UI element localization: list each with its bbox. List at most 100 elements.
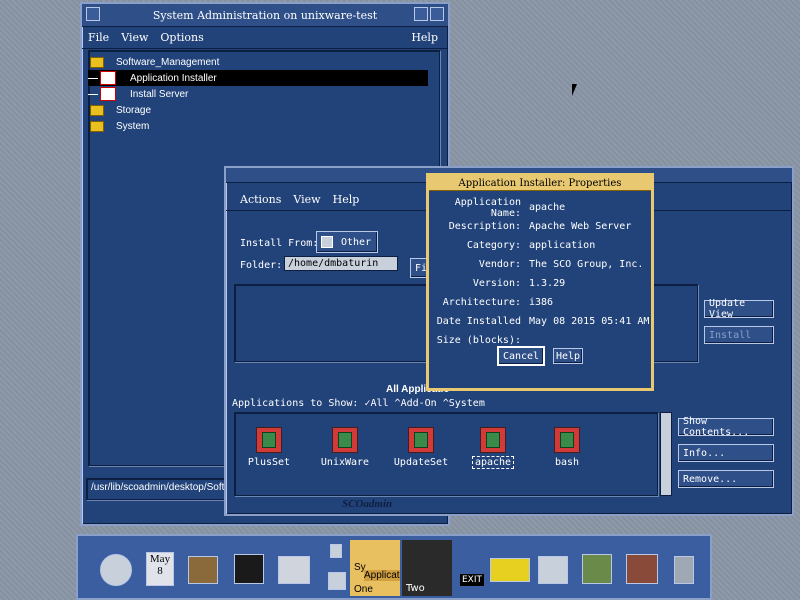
mouse-pointer-icon: [572, 84, 582, 96]
property-row: Category: application: [429, 236, 651, 255]
menu-actions[interactable]: Actions: [240, 193, 281, 206]
help-button[interactable]: Help: [553, 348, 583, 364]
minimize-icon[interactable]: [414, 7, 428, 21]
tree-item-application-installer[interactable]: Application Installer: [88, 70, 428, 86]
package-icon: [256, 427, 282, 453]
menu-help[interactable]: Help: [333, 193, 360, 206]
tree-connector: [88, 77, 98, 79]
remove-button[interactable]: Remove...: [678, 470, 774, 488]
ws-label: One: [354, 584, 373, 595]
properties-table: Application Name: apache Description: Apach…: [429, 196, 651, 350]
tree-item-install-server[interactable]: Install Server: [88, 86, 188, 102]
filter-add-on[interactable]: ^Add-On: [395, 398, 437, 409]
exit-button[interactable]: EXIT: [460, 574, 485, 586]
property-row: Vendor: The SCO Group, Inc.: [429, 255, 651, 274]
property-label: Architecture:: [442, 297, 521, 308]
install-server-icon: [100, 87, 116, 101]
install-from-label: Install From:: [240, 238, 319, 249]
properties-title: Application Installer: Properties: [458, 177, 622, 189]
tree-label: Install Server: [130, 88, 189, 100]
property-label: Description:: [448, 221, 521, 232]
show-contents-button[interactable]: Show Contents...: [678, 416, 774, 438]
apps-scrollbar[interactable]: [660, 412, 672, 496]
window-menu-icon[interactable]: [86, 7, 100, 21]
property-label: Category:: [466, 240, 521, 251]
property-value: May 08 2015 05:41 AM: [529, 316, 650, 327]
property-label: Vendor:: [478, 259, 521, 270]
property-label: Size (blocks):: [436, 335, 521, 346]
apps-to-show-label: Applications to Show:: [232, 398, 359, 409]
folder-input[interactable]: /home/dmbaturin: [284, 256, 398, 271]
cancel-button[interactable]: Cancel: [497, 346, 545, 366]
properties-dialog: Application Installer: Properties Applic…: [426, 173, 654, 391]
property-value: 1.3.29: [529, 278, 566, 289]
palette-icon[interactable]: [582, 554, 612, 584]
app-bash[interactable]: bash: [537, 427, 597, 468]
property-value: application: [529, 240, 596, 251]
installer-icon: [100, 71, 116, 85]
filter-all[interactable]: ✓All: [364, 398, 388, 409]
property-value: apache: [529, 202, 566, 213]
ws-label: Applicat: [364, 570, 400, 581]
app-plusset[interactable]: PlusSet: [239, 427, 299, 468]
sysadmin-titlebar[interactable]: System Administration on unixware-test: [82, 4, 448, 27]
sysadmin-title: System Administration on unixware-test: [152, 8, 378, 22]
tree-item-storage[interactable]: Storage: [90, 102, 151, 118]
install-from-dropdown[interactable]: Other: [316, 231, 378, 253]
tree-label: Application Installer: [130, 72, 217, 84]
tree-item-system[interactable]: System: [90, 118, 149, 134]
app-apache[interactable]: apache: [463, 427, 523, 469]
install-button[interactable]: Install: [704, 326, 774, 344]
sco-logo-icon[interactable]: [490, 558, 530, 582]
properties-titlebar[interactable]: Application Installer: Properties: [429, 176, 651, 191]
apps-list-panel: PlusSet UnixWare UpdateSet apache bash: [234, 412, 658, 496]
app-updateset[interactable]: UpdateSet: [391, 427, 451, 468]
property-label: Application Name:: [454, 196, 521, 219]
menu-view[interactable]: View: [121, 31, 148, 44]
help-books-icon[interactable]: [626, 554, 658, 584]
package-icon: [408, 427, 434, 453]
font-manager-icon[interactable]: [538, 556, 568, 584]
sysadmin-menubar: File View Options Help: [82, 27, 448, 49]
calendar-day: 8: [157, 565, 163, 577]
package-icon: [480, 427, 506, 453]
property-row: Version: 1.3.29: [429, 274, 651, 293]
property-row: Description: Apache Web Server: [429, 217, 651, 236]
workspace-one[interactable]: Sy Applicat One: [350, 540, 400, 596]
ws-label: Two: [406, 583, 425, 594]
workspace-two[interactable]: Two: [402, 540, 452, 596]
tree-label: System: [116, 120, 150, 132]
lock-icon[interactable]: [330, 544, 342, 558]
apps-to-show-row: Applications to Show: ✓All ^Add-On ^Syst…: [232, 398, 485, 409]
folder-label: Folder:: [240, 260, 283, 271]
status-path: /usr/lib/scoadmin/desktop/Soft: [91, 482, 225, 493]
property-value: i386: [529, 297, 554, 308]
menu-file[interactable]: File: [88, 31, 109, 44]
folder-icon: [90, 104, 104, 116]
update-view-button[interactable]: Update View: [704, 298, 774, 320]
info-button[interactable]: Info...: [678, 444, 774, 462]
property-value: The SCO Group, Inc.: [529, 259, 644, 270]
workspace-grid-icon[interactable]: [328, 572, 346, 590]
maximize-icon[interactable]: [430, 7, 444, 21]
printer-icon[interactable]: [278, 556, 310, 584]
calendar-icon[interactable]: May 8: [146, 552, 174, 586]
menu-view[interactable]: View: [293, 193, 320, 206]
property-row: Date Installed May 08 2015 05:41 AM: [429, 312, 651, 331]
calendar-month: May: [149, 553, 171, 565]
clock-icon[interactable]: [100, 554, 132, 586]
property-value: Apache Web Server: [529, 221, 632, 232]
terminal-icon[interactable]: [234, 554, 264, 584]
tree-connector: [88, 93, 98, 95]
menu-help[interactable]: Help: [411, 31, 438, 44]
filter-system[interactable]: ^System: [443, 398, 485, 409]
menu-options[interactable]: Options: [160, 31, 203, 44]
tree-item-software-management[interactable]: Software_Management: [90, 54, 219, 70]
install-from-value: Other: [341, 236, 372, 248]
file-manager-icon[interactable]: [188, 556, 218, 584]
tree-label: Storage: [116, 104, 152, 116]
front-panel: May 8 Sy Applicat One Two EXIT: [76, 534, 712, 600]
trash-icon[interactable]: [674, 556, 694, 584]
app-unixware[interactable]: UnixWare: [315, 427, 375, 468]
tree-label: Software_Management: [116, 56, 220, 68]
